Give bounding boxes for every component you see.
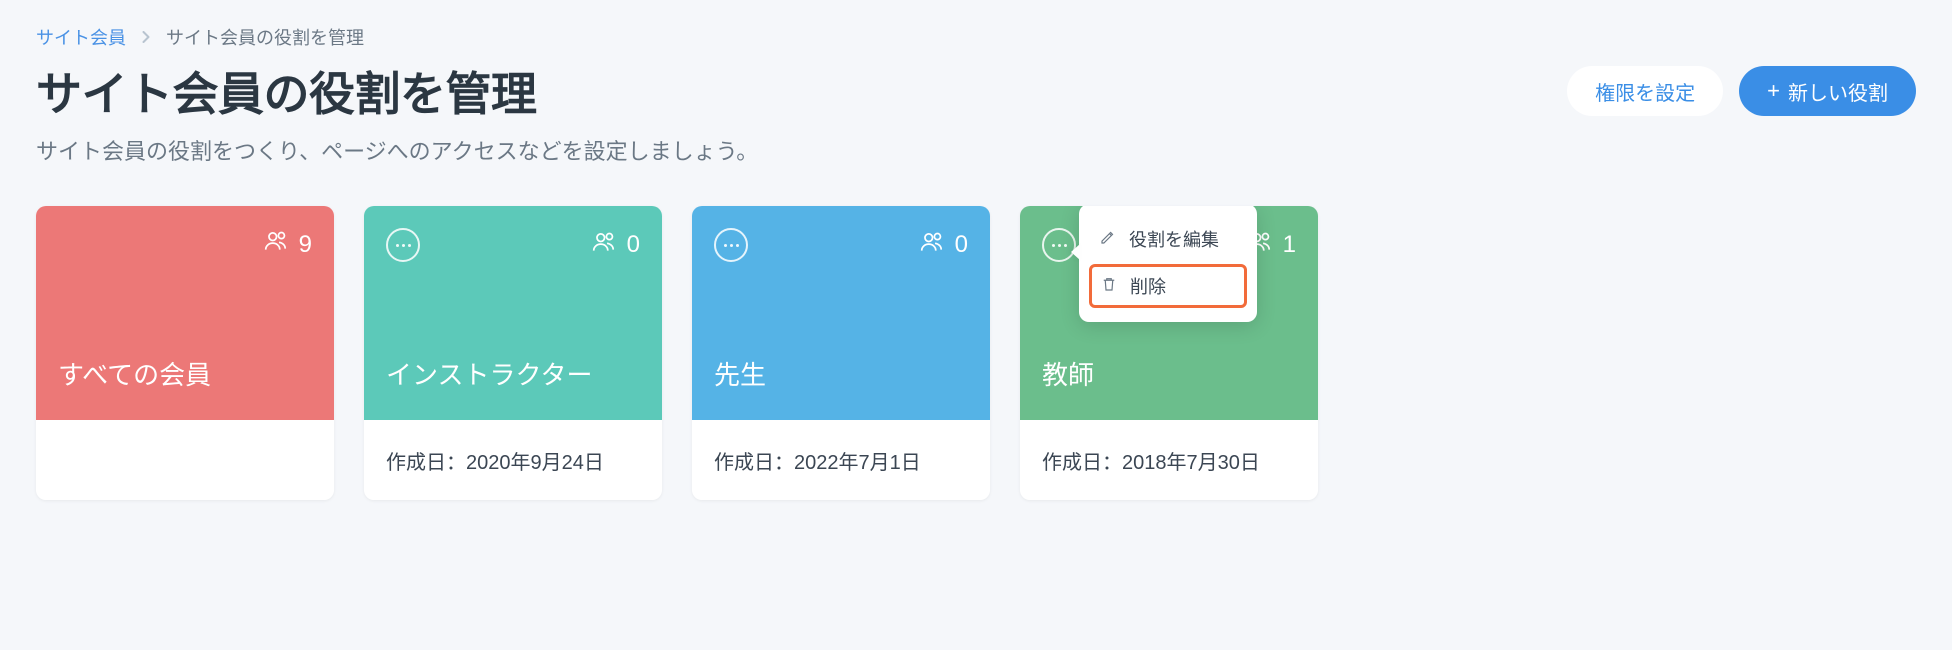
member-count-value: 0: [955, 231, 968, 259]
member-count: 9: [263, 228, 312, 261]
pencil-icon: [1099, 228, 1117, 251]
role-context-menu: 役割を編集 削除: [1079, 206, 1257, 322]
new-role-label: 新しい役割: [1788, 77, 1888, 106]
more-button[interactable]: [386, 228, 420, 262]
more-button[interactable]: [714, 228, 748, 262]
set-permissions-label: 権限を設定: [1595, 77, 1695, 106]
role-card-footer: [36, 420, 334, 500]
member-count-value: 9: [299, 231, 312, 259]
delete-role-label: 削除: [1130, 273, 1166, 299]
set-permissions-button[interactable]: 権限を設定: [1567, 66, 1723, 116]
member-count: 0: [919, 229, 968, 262]
member-count-value: 0: [627, 231, 640, 259]
member-count-value: 1: [1283, 231, 1296, 259]
plus-icon: +: [1767, 80, 1780, 102]
header-actions: 権限を設定 + 新しい役割: [1567, 66, 1916, 116]
role-card[interactable]: 1 教師 役割を編集 削除 作成日：20: [1020, 206, 1318, 500]
breadcrumb-root[interactable]: サイト会員: [36, 24, 126, 50]
role-title: 教師: [1042, 355, 1296, 392]
role-card-top: 9 すべての会員: [36, 206, 334, 420]
breadcrumb: サイト会員 サイト会員の役割を管理: [36, 24, 1916, 50]
role-card-top: 0 インストラクター: [364, 206, 662, 420]
edit-role-menu-item[interactable]: 役割を編集: [1089, 218, 1247, 260]
role-card-top: 1 教師 役割を編集 削除: [1020, 206, 1318, 420]
created-date: 作成日：2020年9月24日: [386, 446, 604, 475]
role-card[interactable]: 9 すべての会員: [36, 206, 334, 500]
role-card-top: 0 先生: [692, 206, 990, 420]
chevron-right-icon: [140, 27, 152, 48]
trash-icon: [1100, 275, 1118, 298]
created-date: 作成日：2022年7月1日: [714, 446, 921, 475]
people-icon: [263, 228, 289, 261]
role-cards: 9 すべての会員 0 インストラクター 作成日：2020年9月24: [36, 206, 1916, 500]
people-icon: [919, 229, 945, 262]
breadcrumb-current: サイト会員の役割を管理: [166, 24, 364, 50]
created-date: 作成日：2018年7月30日: [1042, 446, 1260, 475]
role-card[interactable]: 0 インストラクター 作成日：2020年9月24日: [364, 206, 662, 500]
role-card-footer: 作成日：2022年7月1日: [692, 420, 990, 500]
role-card-footer: 作成日：2020年9月24日: [364, 420, 662, 500]
role-title: すべての会員: [58, 355, 312, 392]
role-title: インストラクター: [386, 355, 640, 392]
new-role-button[interactable]: + 新しい役割: [1739, 66, 1916, 116]
role-title: 先生: [714, 355, 968, 392]
page-subtitle: サイト会員の役割をつくり、ページへのアクセスなどを設定しましょう。: [36, 134, 1916, 166]
role-card-footer: 作成日：2018年7月30日: [1020, 420, 1318, 500]
people-icon: [591, 229, 617, 262]
delete-role-menu-item[interactable]: 削除: [1089, 264, 1247, 308]
page-title: サイト会員の役割を管理: [36, 58, 537, 124]
role-card[interactable]: 0 先生 作成日：2022年7月1日: [692, 206, 990, 500]
edit-role-label: 役割を編集: [1129, 226, 1219, 252]
page-header: サイト会員の役割を管理 権限を設定 + 新しい役割: [36, 58, 1916, 124]
member-count: 0: [591, 229, 640, 262]
